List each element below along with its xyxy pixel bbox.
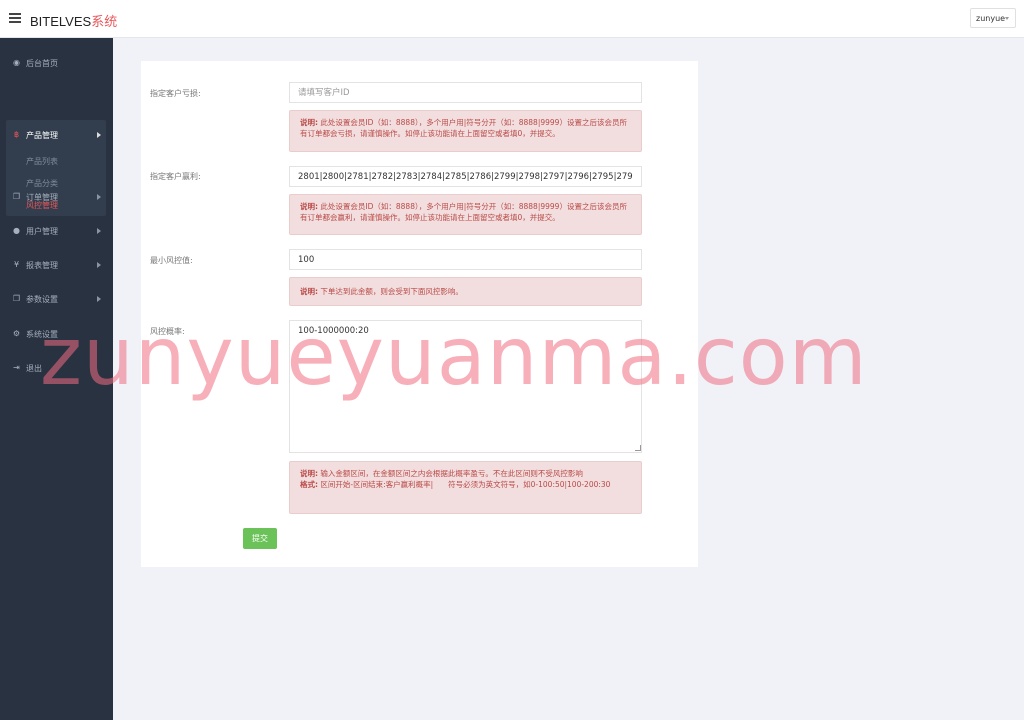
chevron-right-icon [97, 262, 101, 268]
chevron-right-icon [97, 132, 101, 138]
user-icon: ● [13, 226, 20, 235]
bitcoin-icon: ฿ [13, 130, 20, 139]
copy-icon: ❐ [12, 294, 21, 303]
sidebar-item-orders[interactable]: ❐ 订单管理 [0, 186, 113, 208]
sign-out-icon: ⇥ [13, 363, 20, 372]
user-dropdown[interactable]: zunyue [970, 8, 1016, 28]
caret-down-icon [1005, 17, 1009, 20]
menu-toggle-icon[interactable] [9, 13, 21, 23]
sidebar-subitem-product-list[interactable]: 产品列表 [26, 156, 58, 167]
sidebar-item-products[interactable]: ฿ 产品管理 [0, 124, 113, 146]
yen-icon: ¥ [13, 260, 20, 269]
min-risk-input[interactable] [289, 249, 642, 270]
chevron-right-icon [97, 296, 101, 302]
dashboard-icon: ◉ [13, 58, 20, 67]
brand-title: BITELVES系统 [30, 14, 118, 29]
sidebar-item-parameters[interactable]: ❐ 参数设置 [0, 288, 113, 310]
submit-button[interactable]: 提交 [243, 528, 277, 549]
chevron-right-icon [97, 228, 101, 234]
resize-grip-icon[interactable] [635, 445, 641, 451]
loss-customer-input[interactable] [289, 82, 642, 103]
field-label-min-risk: 最小风控值: [150, 256, 193, 265]
field-label-probability: 风控概率: [150, 327, 185, 336]
win-note: 说明: 此处设置会员ID（如：8888），多个用户用|符号分开（如：8888|9… [289, 194, 642, 235]
probability-textarea[interactable] [289, 320, 642, 453]
chevron-right-icon [97, 194, 101, 200]
top-bar: BITELVES系统 zunyue [0, 0, 1024, 38]
loss-note: 说明: 此处设置会员ID（如：8888），多个用户用|符号分开（如：8888|9… [289, 110, 642, 152]
sidebar: ◉ 后台首页 ฿ 产品管理 产品列表 产品分类 风控管理 ❐ 订单管理 ● 用户… [0, 38, 113, 720]
probability-note: 说明: 输入金额区间，在金额区间之内会根据此概率盈亏。不在此区间则不受风控影响 … [289, 461, 642, 514]
min-risk-note: 说明: 下单达到此金额，则会受到下面风控影响。 [289, 277, 642, 306]
win-customer-input[interactable] [289, 166, 642, 187]
sidebar-item-users[interactable]: ● 用户管理 [0, 220, 113, 242]
sidebar-item-logout[interactable]: ⇥ 退出 [0, 357, 113, 379]
field-label-win: 指定客户赢利: [150, 172, 201, 181]
sidebar-item-system[interactable]: ⚙ 系统设置 [0, 323, 113, 345]
cogs-icon: ⚙ [12, 329, 21, 338]
field-label-loss: 指定客户亏损: [150, 89, 201, 98]
copy-icon: ❐ [12, 192, 21, 201]
sidebar-item-reports[interactable]: ¥ 报表管理 [0, 254, 113, 276]
sidebar-item-dashboard[interactable]: ◉ 后台首页 [0, 52, 113, 74]
user-name: zunyue [976, 14, 1006, 23]
